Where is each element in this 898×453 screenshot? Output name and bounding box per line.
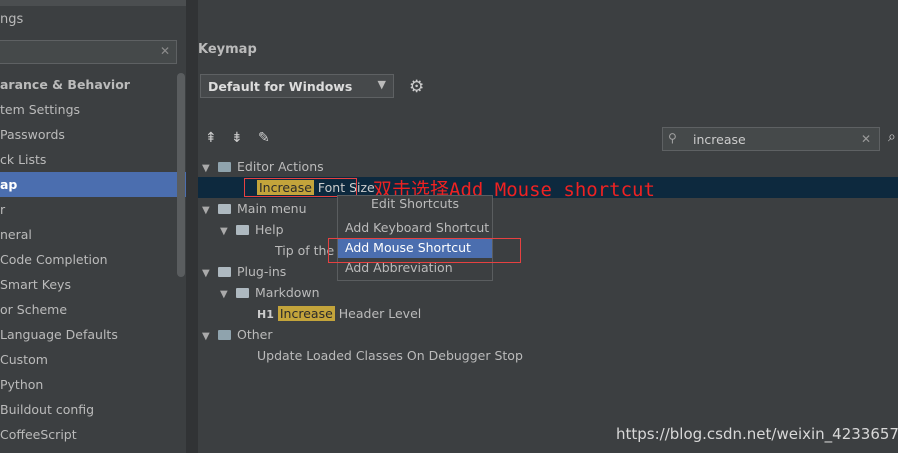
tree-node-label: Other [237, 327, 273, 342]
sidebar-item-smart-keys[interactable]: Smart Keys [0, 272, 71, 297]
keymap-search-value: increase [693, 132, 746, 147]
sidebar-item-buildout-config[interactable]: Buildout config [0, 397, 94, 422]
tree-node-label: Help [255, 222, 284, 237]
expand-triangle-icon[interactable]: ▼ [202, 158, 212, 179]
sidebar-item-passwords[interactable]: Passwords [0, 122, 65, 147]
folder-icon [236, 288, 249, 298]
panel-divider[interactable] [186, 0, 198, 453]
annotation-box-menu-item [328, 238, 521, 263]
clear-filter-icon[interactable]: ✕ [861, 132, 871, 146]
tree-node-increase-header-level[interactable]: H1 Increase Header Level [257, 303, 421, 324]
expand-triangle-icon[interactable]: ▼ [220, 284, 230, 305]
folder-icon [218, 162, 231, 172]
tree-node-other[interactable]: ▼ Other [202, 324, 273, 345]
popup-title: Edit Shortcuts [371, 196, 459, 211]
tree-node-update-loaded-classes[interactable]: Update Loaded Classes On Debugger Stop [257, 345, 523, 366]
folder-icon [236, 225, 249, 235]
keymap-select-value: Default for Windows [208, 79, 353, 94]
folder-icon [218, 204, 231, 214]
watermark: https://blog.csdn.net/weixin_42336579 [616, 425, 898, 443]
tree-node-label: Main menu [237, 201, 307, 216]
sidebar-item-language-defaults[interactable]: Language Defaults [0, 322, 118, 347]
expand-triangle-icon[interactable]: ▼ [202, 200, 212, 221]
tree-node-label: Editor Actions [237, 159, 324, 174]
sidebar-item-quick-lists[interactable]: ck Lists [0, 147, 46, 172]
search-icon: ⚲ [668, 131, 677, 145]
chevron-down-icon: ▼ [377, 78, 386, 91]
sidebar-item-code-completion[interactable]: Code Completion [0, 247, 108, 272]
collapse-all-icon[interactable]: ⇟ [231, 130, 243, 146]
sidebar-item-custom[interactable]: Custom [0, 347, 48, 372]
clear-search-icon[interactable]: ✕ [160, 44, 170, 58]
tree-node-label: Markdown [255, 285, 320, 300]
menu-item-add-keyboard-shortcut[interactable]: Add Keyboard Shortcut [338, 218, 492, 238]
keymap-panel [198, 0, 898, 453]
tree-node-plugins[interactable]: ▼ Plug-ins [202, 261, 286, 282]
tree-node-label: Header Level [334, 306, 422, 321]
window-title: ngs [0, 12, 24, 27]
find-by-shortcut-icon[interactable]: ⌕ [888, 129, 896, 145]
search-match-highlight: Increase [277, 306, 335, 321]
expand-triangle-icon[interactable]: ▼ [202, 326, 212, 347]
expand-all-icon[interactable]: ⇞ [205, 130, 217, 146]
expand-triangle-icon[interactable]: ▼ [202, 263, 212, 284]
header-h1-icon: H1 [257, 308, 274, 321]
tree-node-editor-actions[interactable]: ▼ Editor Actions [202, 156, 324, 177]
sidebar-item-keymap[interactable]: ap [0, 172, 186, 197]
sidebar-item-color-scheme[interactable]: or Scheme [0, 297, 67, 322]
folder-icon [218, 330, 231, 340]
gear-icon[interactable]: ⚙ [409, 77, 424, 97]
folder-icon [218, 267, 231, 277]
sidebar-scrollbar[interactable] [177, 73, 185, 277]
sidebar-item-coffeescript[interactable]: CoffeeScript [0, 422, 77, 447]
tree-node-markdown[interactable]: ▼ Markdown [220, 282, 320, 303]
keymap-search-input[interactable]: ⚲ increase ✕ [662, 127, 880, 151]
page-title: Keymap [198, 42, 257, 57]
sidebar-item-editor[interactable]: r [0, 197, 5, 222]
sidebar-item-general[interactable]: neral [0, 222, 32, 247]
expand-triangle-icon[interactable]: ▼ [220, 221, 230, 242]
tree-node-help[interactable]: ▼ Help [220, 219, 284, 240]
tree-node-label: Plug-ins [237, 264, 287, 279]
settings-search-input[interactable]: ✕ [0, 40, 177, 64]
tree-node-main-menu[interactable]: ▼ Main menu [202, 198, 307, 219]
keymap-select[interactable]: Default for Windows ▼ [200, 74, 394, 98]
sidebar-item-appearance-behavior[interactable]: arance & Behavior [0, 72, 130, 97]
edit-pencil-icon[interactable]: ✎ [258, 130, 270, 146]
sidebar-item-python[interactable]: Python [0, 372, 43, 397]
sidebar-item-system-settings[interactable]: tem Settings [0, 97, 80, 122]
